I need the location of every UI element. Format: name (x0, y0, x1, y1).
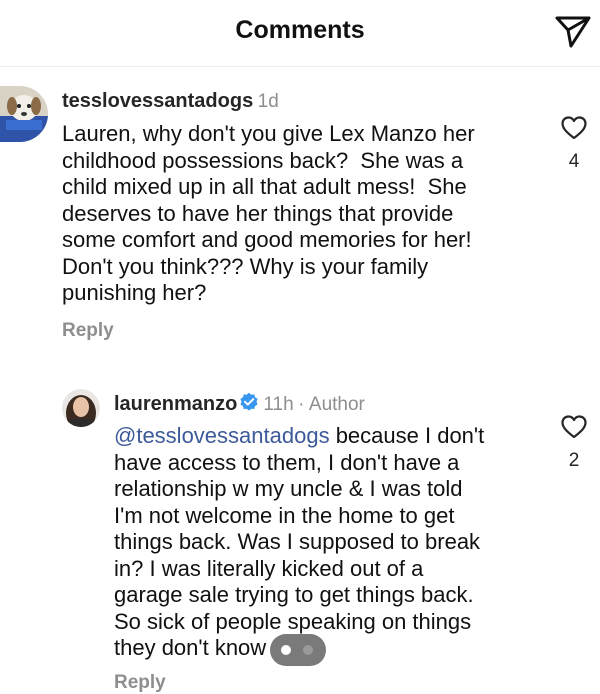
comment-text: @tesslovessantadogs because I don't have… (114, 423, 484, 662)
like-control: 2 (554, 415, 594, 472)
comment-header: tesslovessantadogs 1d (62, 90, 279, 113)
carousel-pager[interactable] (270, 634, 326, 666)
avatar[interactable] (0, 86, 48, 142)
like-control: 4 (554, 116, 594, 173)
heart-outline-icon[interactable] (561, 116, 587, 140)
timestamp: 11h (263, 394, 294, 415)
heart-outline-icon[interactable] (561, 415, 587, 439)
page-title: Comments (235, 16, 365, 44)
username[interactable]: laurenmanzo (114, 393, 237, 415)
author-label: Author (308, 394, 365, 415)
header: Comments (0, 0, 600, 67)
paper-plane-icon[interactable] (553, 14, 593, 50)
like-count: 4 (568, 151, 580, 172)
inactive-dot-icon (303, 645, 313, 655)
timestamp: 1d (257, 91, 279, 112)
mention-link[interactable]: @tesslovessantadogs (114, 423, 330, 448)
reply-button[interactable]: Reply (114, 672, 166, 694)
verified-badge-icon (240, 392, 258, 411)
comment-text: Lauren, why don't you give Lex Manzo her… (62, 121, 475, 305)
separator: · (298, 394, 305, 415)
like-count: 2 (568, 450, 580, 471)
username[interactable]: tesslovessantadogs (62, 90, 253, 112)
avatar[interactable] (62, 389, 100, 427)
reply-button[interactable]: Reply (62, 320, 114, 342)
comment-text-body: because I don't have access to them, I d… (114, 423, 485, 660)
comment-header: laurenmanzo 11h · Author (114, 392, 365, 416)
active-dot-icon (281, 645, 291, 655)
